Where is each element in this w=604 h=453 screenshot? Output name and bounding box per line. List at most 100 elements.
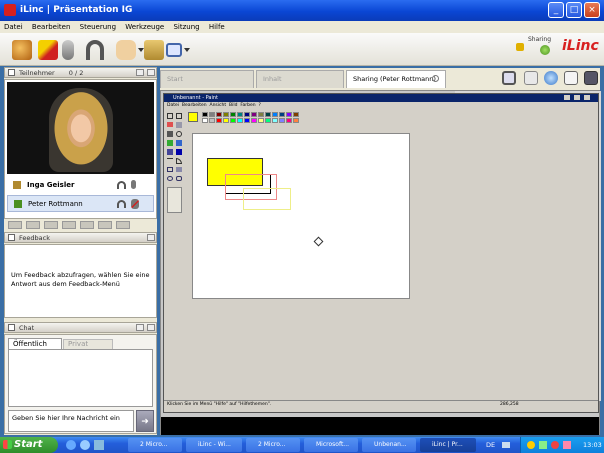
- paint-pencil-icon[interactable]: [167, 140, 173, 146]
- paint-line-icon[interactable]: [167, 158, 173, 159]
- annotate-icon[interactable]: [38, 40, 58, 60]
- paint-rounded-rect-icon[interactable]: [176, 176, 182, 181]
- palette-swatch[interactable]: [272, 118, 278, 123]
- paint-eraser-icon[interactable]: [167, 122, 173, 127]
- taskbar-item[interactable]: 2 Micro...: [246, 438, 300, 452]
- keyboard-icon[interactable]: [502, 442, 510, 448]
- participant-tool-button[interactable]: [98, 221, 112, 229]
- chat-messages[interactable]: [8, 349, 153, 407]
- chat-close-button[interactable]: [147, 324, 155, 331]
- share-dropdown-icon[interactable]: [184, 48, 190, 52]
- paint-rect-select-tool-icon[interactable]: [176, 113, 182, 119]
- start-button[interactable]: Start: [0, 437, 58, 453]
- participant-tool-button[interactable]: [8, 221, 22, 229]
- palette-swatch[interactable]: [272, 112, 278, 117]
- paint-canvas[interactable]: [192, 133, 410, 299]
- tray-network-icon[interactable]: [527, 441, 535, 449]
- participant-tool-button[interactable]: [26, 221, 40, 229]
- grid-view-icon[interactable]: [564, 71, 578, 85]
- participants-close-button[interactable]: [147, 69, 155, 76]
- palette-swatch[interactable]: [230, 112, 236, 117]
- tray-app-icon[interactable]: [563, 441, 571, 449]
- paint-picker-icon[interactable]: [167, 131, 173, 137]
- chat-tab-public[interactable]: Öffentlich: [8, 338, 62, 349]
- palette-swatch[interactable]: [258, 118, 264, 123]
- menu-steuerung[interactable]: Steuerung: [80, 23, 116, 31]
- tab-inhalt[interactable]: Inhalt: [256, 70, 344, 88]
- screen-share-icon[interactable]: [166, 43, 182, 57]
- participant-tool-button[interactable]: [116, 221, 130, 229]
- tab-close-icon[interactable]: [432, 75, 439, 82]
- tray-security-icon[interactable]: [551, 441, 559, 449]
- chat-send-button[interactable]: ➜: [136, 410, 154, 432]
- window-title-bar[interactable]: iLinc | Präsentation IG: [0, 0, 604, 21]
- microphone-icon[interactable]: [62, 40, 74, 60]
- menu-werkzeuge[interactable]: Werkzeuge: [125, 23, 164, 31]
- paint-minimize-button[interactable]: [564, 95, 570, 100]
- palette-swatch[interactable]: [244, 118, 250, 123]
- participant-row[interactable]: Peter Rottmann: [7, 195, 154, 212]
- participant-tool-button[interactable]: [62, 221, 76, 229]
- paint-menu-farben[interactable]: Farben: [240, 103, 255, 108]
- paint-brush-icon[interactable]: [176, 140, 182, 146]
- feedback-menu-button[interactable]: [147, 234, 155, 241]
- paint-fill-icon[interactable]: [176, 122, 182, 128]
- paint-zoom-icon[interactable]: [176, 131, 182, 137]
- podium-icon[interactable]: [144, 40, 164, 60]
- paint-menu-help[interactable]: ?: [258, 103, 260, 108]
- paint-airbrush-icon[interactable]: [167, 149, 173, 155]
- palette-swatch[interactable]: [258, 112, 264, 117]
- participant-tool-button[interactable]: [80, 221, 94, 229]
- paint-curve-icon[interactable]: [176, 158, 182, 164]
- palette-swatch[interactable]: [237, 112, 243, 117]
- palette-swatch[interactable]: [279, 118, 285, 123]
- palette-swatch[interactable]: [251, 112, 257, 117]
- menu-bearbeiten[interactable]: Bearbeiten: [32, 23, 70, 31]
- chat-input[interactable]: Geben Sie hier Ihre Nachricht ein: [8, 410, 134, 432]
- quicklaunch-ie-icon[interactable]: [66, 440, 76, 450]
- palette-swatch[interactable]: [223, 112, 229, 117]
- maximize-button[interactable]: □: [566, 2, 582, 18]
- paint-menu-ansicht[interactable]: Ansicht: [210, 103, 227, 108]
- palette-swatch[interactable]: [251, 118, 257, 123]
- chat-tab-private[interactable]: Privat: [63, 339, 113, 349]
- paint-tool-options[interactable]: [167, 187, 182, 213]
- palette-swatch[interactable]: [209, 112, 215, 117]
- paint-window[interactable]: Unbenannt - Paint Datei Bearbeiten Ansic…: [163, 93, 599, 413]
- tab-start[interactable]: Start: [160, 70, 254, 88]
- close-button[interactable]: ×: [584, 2, 600, 18]
- save-icon[interactable]: [584, 71, 598, 85]
- palette-swatch[interactable]: [237, 118, 243, 123]
- tray-volume-icon[interactable]: [539, 441, 547, 449]
- sync-icon[interactable]: [544, 71, 558, 85]
- participant-tool-button[interactable]: [44, 221, 58, 229]
- palette-swatch[interactable]: [293, 112, 299, 117]
- chat-restore-button[interactable]: [136, 324, 144, 331]
- taskbar-item[interactable]: 2 Micro...: [128, 438, 182, 452]
- headset-icon[interactable]: [86, 40, 104, 60]
- paint-ellipse-icon[interactable]: [167, 176, 173, 181]
- paint-select-tool-icon[interactable]: [167, 113, 173, 119]
- palette-swatch[interactable]: [286, 118, 292, 123]
- participants-restore-button[interactable]: [136, 69, 144, 76]
- paint-title-bar[interactable]: Unbenannt - Paint: [164, 94, 598, 102]
- presenter-icon[interactable]: [12, 40, 32, 60]
- palette-swatch[interactable]: [202, 118, 208, 123]
- paint-text-icon[interactable]: [176, 149, 182, 155]
- palette-swatch[interactable]: [286, 112, 292, 117]
- taskbar-item[interactable]: iLinc - Wi...: [186, 438, 242, 452]
- taskbar-item[interactable]: Microsoft...: [304, 438, 358, 452]
- minimize-button[interactable]: _: [548, 2, 564, 18]
- participant-row[interactable]: Inga Geisler: [7, 177, 154, 193]
- palette-swatch[interactable]: [209, 118, 215, 123]
- taskbar-item[interactable]: Unbenan...: [362, 438, 416, 452]
- palette-swatch[interactable]: [223, 118, 229, 123]
- quicklaunch-desktop-icon[interactable]: [94, 440, 104, 450]
- share-monitor-icon[interactable]: [502, 71, 516, 85]
- quicklaunch-browser-icon[interactable]: [80, 440, 90, 450]
- paint-menu-bearbeiten[interactable]: Bearbeiten: [182, 103, 207, 108]
- paint-rectangle-icon[interactable]: [167, 167, 173, 172]
- paint-menu-datei[interactable]: Datei: [167, 103, 179, 108]
- menu-hilfe[interactable]: Hilfe: [209, 23, 225, 31]
- palette-swatch[interactable]: [216, 118, 222, 123]
